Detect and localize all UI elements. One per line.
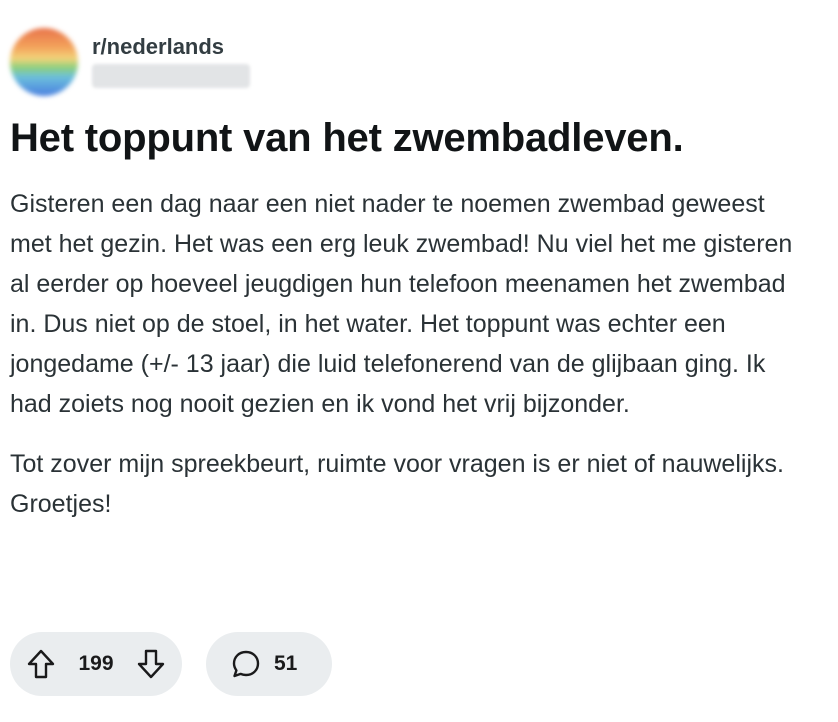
- vote-count: 199: [78, 652, 114, 675]
- post-paragraph-1: Gisteren een dag naar een niet nader te …: [10, 190, 793, 418]
- post-header: r/nederlands: [10, 28, 810, 98]
- subreddit-name[interactable]: r/nederlands: [92, 34, 250, 60]
- vote-bar: 199: [10, 632, 182, 696]
- post-paragraph-2: Tot zover mijn spreekbeurt, ruimte voor …: [10, 450, 784, 518]
- post-container: r/nederlands Het toppunt van het zwembad…: [10, 28, 810, 524]
- post-body: Gisteren een dag naar een niet nader te …: [10, 184, 810, 524]
- arrow-up-icon[interactable]: [26, 648, 56, 680]
- speech-bubble-icon: [230, 648, 262, 680]
- arrow-down-icon[interactable]: [136, 648, 166, 680]
- post-actions: 199 51: [10, 632, 332, 696]
- comment-count: 51: [274, 652, 298, 675]
- author-name-blurred[interactable]: [92, 64, 250, 88]
- subreddit-avatar[interactable]: [10, 28, 78, 96]
- comments-button[interactable]: 51: [206, 632, 332, 696]
- post-title[interactable]: Het toppunt van het zwembadleven.: [10, 114, 810, 162]
- post-meta: r/nederlands: [92, 34, 250, 88]
